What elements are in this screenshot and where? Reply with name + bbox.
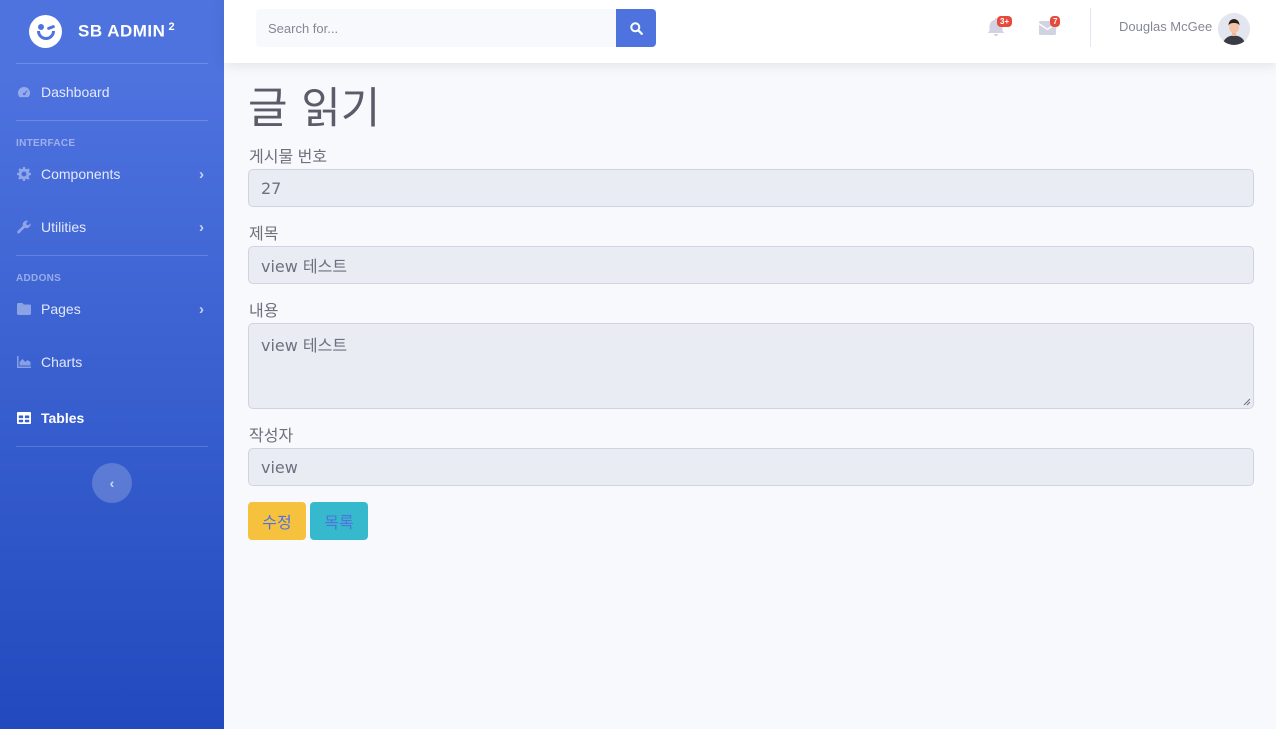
brand-logo-icon — [29, 15, 62, 48]
sidebar-item-label: Tables — [41, 410, 85, 426]
chevron-right-icon: › — [199, 300, 204, 318]
sidebar-item-components[interactable]: Components › — [0, 149, 224, 199]
chevron-left-icon: ‹ — [109, 475, 115, 491]
avatar[interactable] — [1218, 13, 1250, 45]
post-number-field[interactable]: 27 — [248, 169, 1254, 207]
search-icon — [629, 21, 643, 35]
author-label: 작성자 — [249, 428, 294, 445]
chart-area-icon — [16, 354, 32, 370]
topbar-divider — [1090, 8, 1091, 47]
search-button[interactable] — [616, 9, 656, 47]
search-input[interactable] — [256, 9, 616, 47]
sidebar-item-tables[interactable]: Tables — [0, 390, 224, 446]
alerts-badge: 3+ — [997, 16, 1013, 27]
sidebar-toggle-button[interactable]: ‹ — [92, 463, 132, 503]
sidebar-item-charts[interactable]: Charts — [0, 334, 224, 390]
list-button[interactable]: 목록 — [310, 502, 368, 540]
folder-icon — [16, 301, 32, 317]
brand-name: SB ADMIN 2 — [78, 21, 176, 41]
resize-grip-icon[interactable] — [1243, 398, 1251, 406]
edit-button[interactable]: 수정 — [248, 502, 306, 540]
sidebar-item-label: Charts — [41, 354, 83, 370]
title-field[interactable]: view 테스트 — [248, 246, 1254, 284]
main-content: 글 읽기 게시물 번호 27 제목 view 테스트 내용 view 테스트 작… — [248, 63, 1254, 540]
content-text: view 테스트 — [261, 336, 348, 355]
sidebar-item-label: Utilities — [41, 219, 87, 235]
content-textarea[interactable]: view 테스트 — [248, 323, 1254, 409]
chevron-right-icon: › — [199, 218, 204, 236]
wrench-icon — [16, 219, 32, 235]
sidebar-heading-addons: ADDONS — [16, 273, 62, 284]
page-title: 글 읽기 — [248, 84, 381, 134]
user-avatar-icon — [1218, 13, 1250, 45]
cog-icon — [16, 166, 32, 182]
sidebar-item-label: Pages — [41, 301, 81, 317]
sidebar-item-label: Components — [41, 166, 121, 182]
sidebar-divider — [16, 120, 208, 121]
sidebar-item-label: Dashboard — [41, 84, 110, 100]
chevron-right-icon: › — [199, 165, 204, 183]
post-number-label: 게시물 번호 — [249, 149, 328, 166]
messages-dropdown[interactable]: 7 — [1039, 16, 1061, 40]
user-name[interactable]: Douglas McGee — [1119, 19, 1212, 34]
sidebar-divider — [16, 255, 208, 256]
table-icon — [16, 410, 32, 426]
messages-badge: 7 — [1050, 16, 1061, 27]
tachometer-icon — [16, 84, 32, 100]
search-form — [256, 9, 656, 47]
author-field[interactable]: view — [248, 448, 1254, 486]
title-label: 제목 — [249, 226, 279, 243]
sidebar-item-utilities[interactable]: Utilities › — [0, 199, 224, 255]
sidebar: SB ADMIN 2 Dashboard INTERFACE Components… — [0, 0, 224, 729]
sidebar-brand[interactable]: SB ADMIN 2 — [0, 0, 224, 63]
sidebar-item-pages[interactable]: Pages › — [0, 284, 224, 334]
sidebar-divider — [16, 446, 208, 447]
sidebar-item-dashboard[interactable]: Dashboard — [0, 64, 224, 120]
sidebar-heading-interface: INTERFACE — [16, 138, 76, 149]
alerts-dropdown[interactable]: 3+ — [988, 16, 1013, 41]
action-buttons: 수정 목록 — [248, 502, 1254, 540]
content-label: 내용 — [249, 303, 279, 320]
topbar: 3+ 7 Douglas McGee — [224, 0, 1276, 63]
